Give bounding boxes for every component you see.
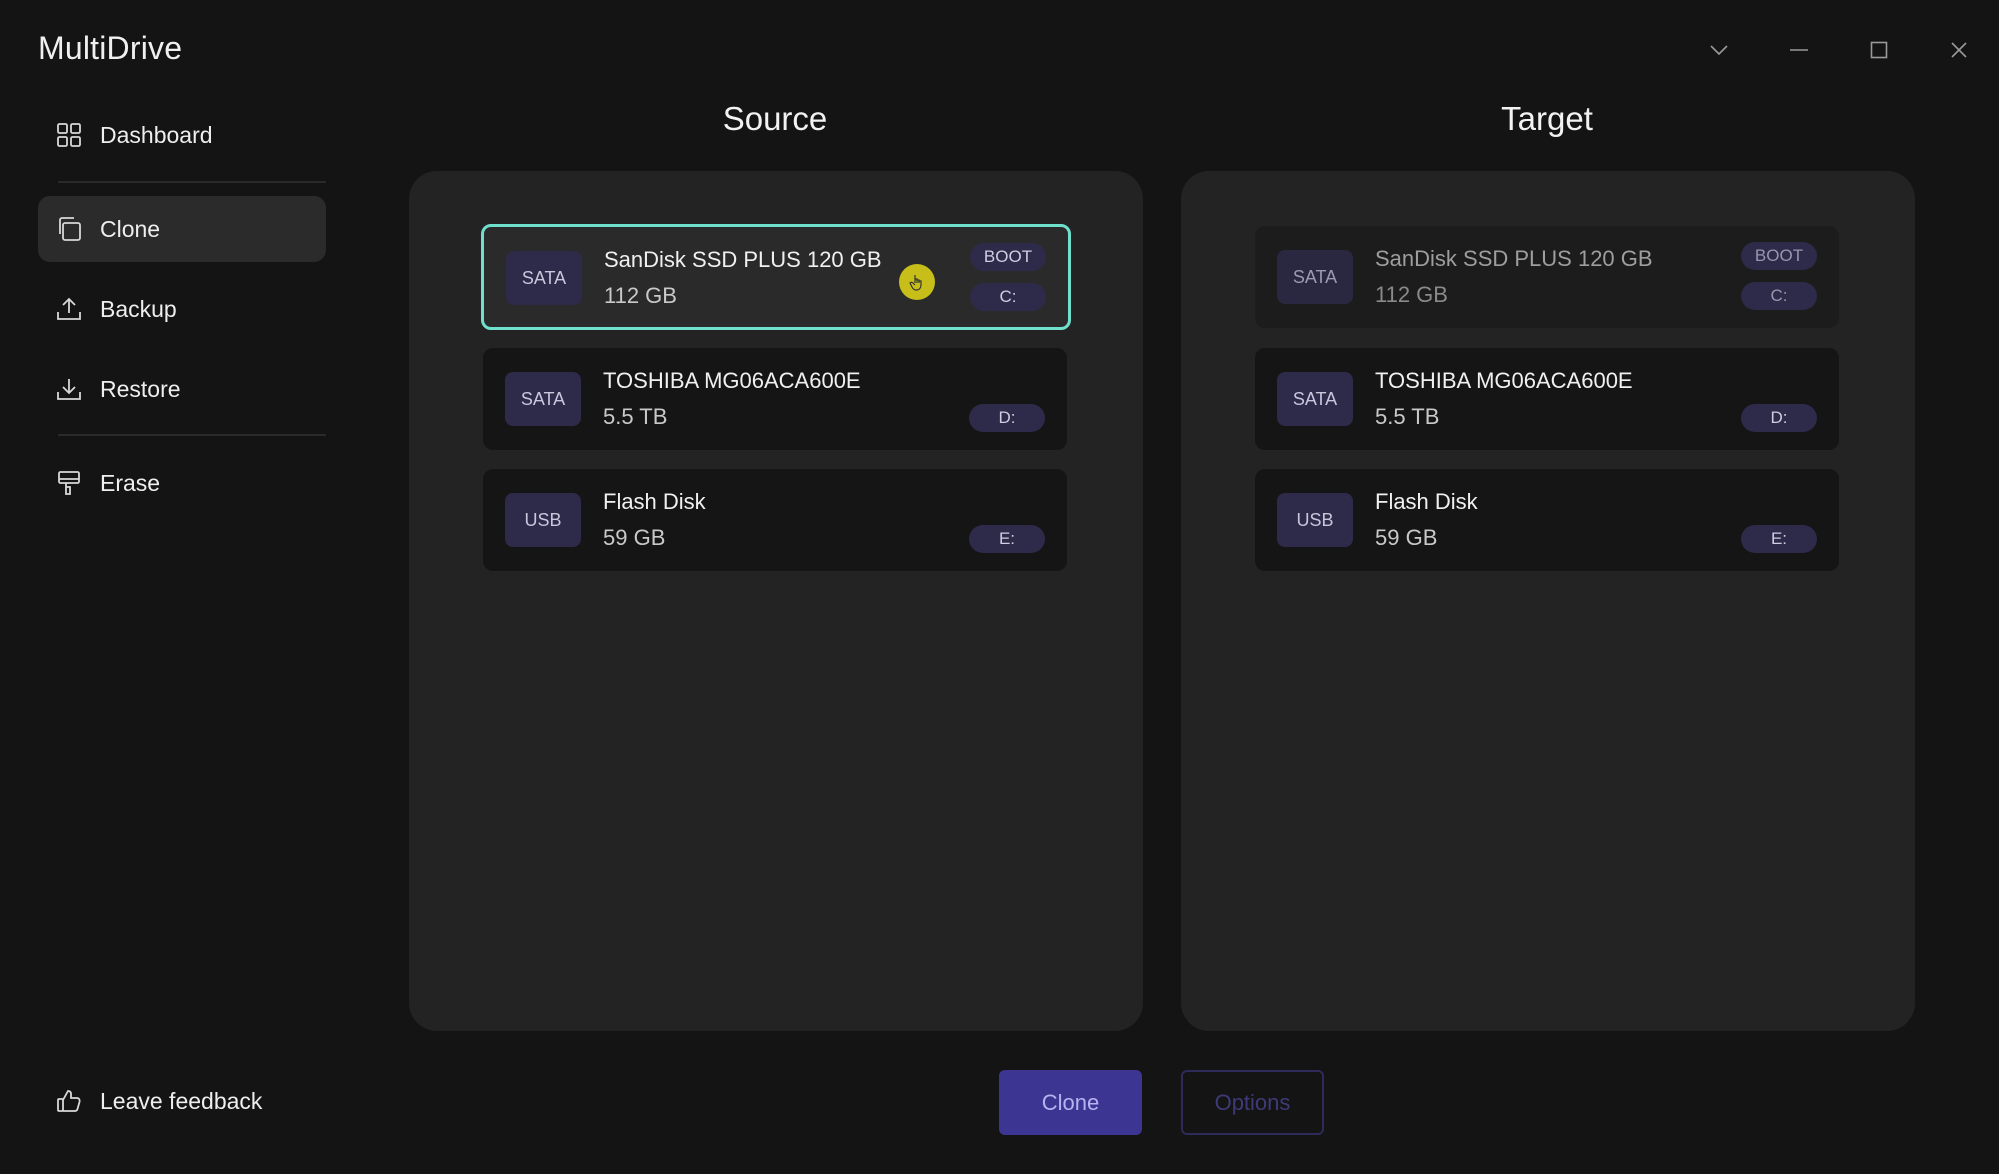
sidebar-item-label: Erase — [100, 469, 161, 496]
sidebar-item-label: Clone — [100, 215, 161, 242]
leave-feedback-link[interactable]: Leave feedback — [38, 1071, 262, 1131]
clone-button[interactable]: Clone — [999, 1070, 1142, 1135]
sidebar-item-clone[interactable]: Clone — [38, 196, 326, 262]
window-controls — [1679, 18, 1999, 82]
close-icon — [1951, 42, 1967, 58]
drive-size: 5.5 TB — [1375, 404, 1440, 429]
minimize-icon — [1790, 49, 1808, 51]
drive-name: Flash Disk — [1375, 489, 1478, 514]
maximize-icon — [1870, 41, 1888, 59]
drive-size: 59 GB — [1375, 525, 1438, 550]
drive-name: SanDisk SSD PLUS 120 GB — [604, 247, 882, 272]
options-button[interactable]: Options — [1181, 1070, 1324, 1135]
source-title: Source — [722, 100, 828, 137]
dropdown-chevron-button[interactable] — [1679, 18, 1759, 82]
drive-name: TOSHIBA MG06ACA600E — [603, 368, 861, 393]
upload-icon — [54, 294, 84, 324]
target-drive-sandisk: SATA SanDisk SSD PLUS 120 GB 112 GB BOOT… — [1255, 226, 1839, 328]
dashboard-grid-icon — [54, 120, 84, 150]
bus-badge: USB — [1277, 493, 1353, 547]
drive-letter-badge: C: — [1741, 282, 1817, 310]
sidebar-item-erase[interactable]: Erase — [38, 450, 326, 516]
nav-divider — [58, 181, 326, 183]
sidebar-item-restore[interactable]: Restore — [38, 356, 326, 422]
nav-divider — [58, 434, 326, 436]
sidebar-item-label: Backup — [100, 295, 177, 322]
bus-badge: SATA — [1277, 372, 1353, 426]
chevron-down-icon — [1710, 45, 1728, 56]
bus-badge: SATA — [506, 251, 582, 305]
bus-badge: USB — [505, 493, 581, 547]
close-button[interactable] — [1919, 18, 1999, 82]
target-drive-flash[interactable]: USB Flash Disk 59 GB E: — [1255, 469, 1839, 571]
source-drive-sandisk[interactable]: SATA SanDisk SSD PLUS 120 GB 112 GB BOOT… — [481, 224, 1071, 330]
drive-letter-badge: D: — [1741, 404, 1817, 432]
target-title: Target — [1501, 100, 1593, 137]
source-drive-toshiba[interactable]: SATA TOSHIBA MG06ACA600E 5.5 TB D: — [483, 348, 1067, 450]
drive-letter-badge: E: — [969, 525, 1045, 553]
bus-badge: SATA — [505, 372, 581, 426]
drive-letter-badge: D: — [969, 404, 1045, 432]
clone-icon — [54, 214, 84, 244]
thumbs-up-icon — [54, 1086, 84, 1116]
boot-badge: BOOT — [1741, 242, 1817, 270]
sidebar-item-dashboard[interactable]: Dashboard — [38, 102, 326, 168]
app-title: MultiDrive — [38, 30, 183, 66]
drive-letter-badge: C: — [970, 283, 1046, 311]
drive-name: SanDisk SSD PLUS 120 GB — [1375, 246, 1653, 271]
bus-badge: SATA — [1277, 250, 1353, 304]
drive-size: 112 GB — [604, 283, 677, 308]
mouse-cursor-icon — [899, 264, 935, 300]
drive-name: TOSHIBA MG06ACA600E — [1375, 368, 1633, 393]
drive-name: Flash Disk — [603, 489, 706, 514]
maximize-button[interactable] — [1839, 18, 1919, 82]
drive-size: 112 GB — [1375, 282, 1448, 307]
drive-size: 5.5 TB — [603, 404, 668, 429]
target-drive-toshiba[interactable]: SATA TOSHIBA MG06ACA600E 5.5 TB D: — [1255, 348, 1839, 450]
drive-size: 59 GB — [603, 525, 666, 550]
feedback-label: Leave feedback — [100, 1087, 263, 1114]
download-icon — [54, 374, 84, 404]
paint-brush-icon — [54, 468, 84, 498]
source-drive-flash[interactable]: USB Flash Disk 59 GB E: — [483, 469, 1067, 571]
sidebar-item-label: Restore — [100, 375, 181, 402]
minimize-button[interactable] — [1759, 18, 1839, 82]
boot-badge: BOOT — [970, 243, 1046, 271]
drive-letter-badge: E: — [1741, 525, 1817, 553]
target-panel: SATA SanDisk SSD PLUS 120 GB 112 GB BOOT… — [1181, 171, 1915, 1031]
source-panel: SATA SanDisk SSD PLUS 120 GB 112 GB BOOT… — [409, 171, 1143, 1031]
sidebar-item-backup[interactable]: Backup — [38, 276, 326, 342]
sidebar-item-label: Dashboard — [100, 121, 213, 148]
